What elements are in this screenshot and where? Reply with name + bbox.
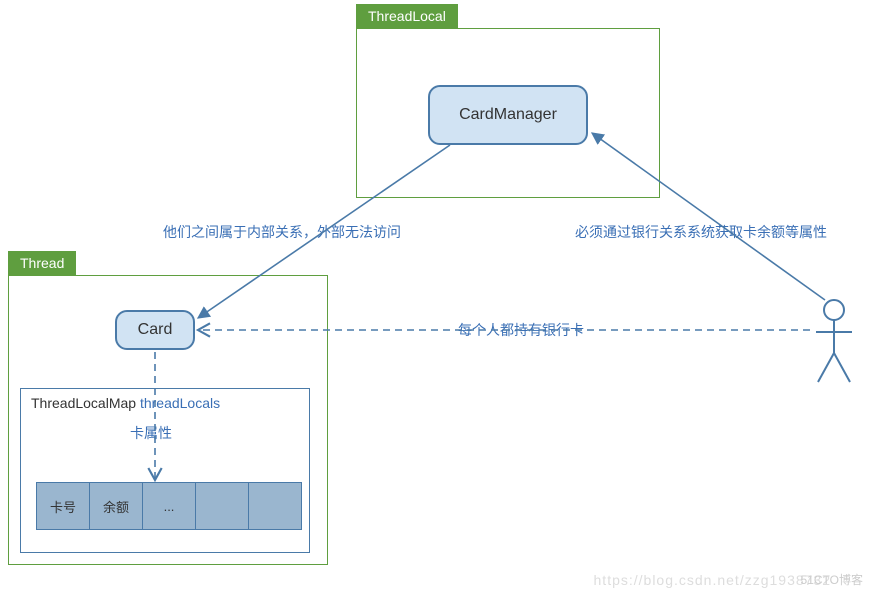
table-cell: ... bbox=[142, 482, 196, 530]
table-cell: 余额 bbox=[89, 482, 143, 530]
tlm-field: threadLocals bbox=[136, 395, 220, 411]
thread-label: Thread bbox=[8, 251, 76, 275]
note-everyone-has-card: 每个人都持有银行卡 bbox=[458, 320, 584, 340]
cardmanager-text: CardManager bbox=[459, 106, 557, 124]
threadlocal-label: ThreadLocal bbox=[356, 4, 458, 28]
table-cell: 卡号 bbox=[36, 482, 90, 530]
note-internal-relation: 他们之间属于内部关系，外部无法访问 bbox=[163, 222, 401, 242]
tlm-type: ThreadLocalMap bbox=[31, 395, 136, 411]
threadlocalmap-title: ThreadLocalMap threadLocals bbox=[21, 389, 309, 417]
watermark-url: https://blog.csdn.net/zzg1938732 bbox=[594, 572, 831, 588]
actor-icon bbox=[812, 298, 856, 393]
card-attr-table: 卡号 余额 ... bbox=[36, 482, 302, 530]
table-cell bbox=[248, 482, 302, 530]
watermark-brand: 51CTO博客 bbox=[801, 571, 863, 588]
note-card-attr: 卡属性 bbox=[130, 423, 172, 443]
cardmanager-node: CardManager bbox=[428, 85, 588, 145]
card-text: Card bbox=[138, 321, 173, 339]
note-must-via-bank: 必须通过银行关系系统获取卡余额等属性 bbox=[575, 222, 827, 242]
table-cell bbox=[195, 482, 249, 530]
card-node: Card bbox=[115, 310, 195, 350]
